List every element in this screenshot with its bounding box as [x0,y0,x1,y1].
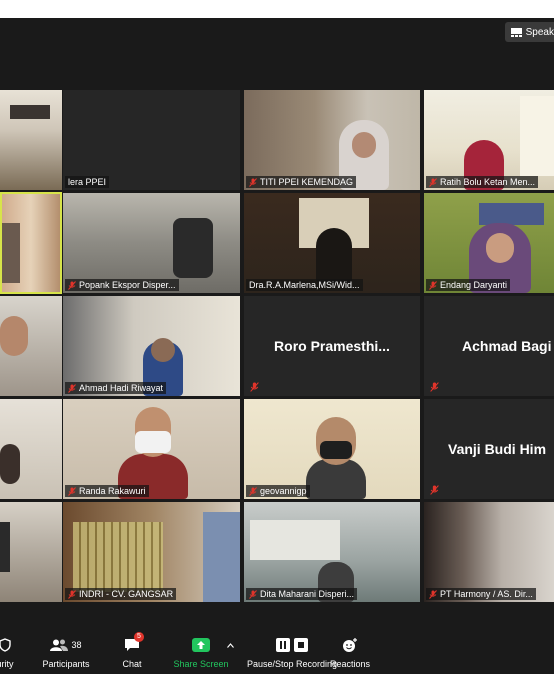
video-tile[interactable]: Randa Rakawuri [63,399,240,499]
video-tile[interactable]: Endang Daryanti [424,193,554,293]
muted-mic-icon [68,589,76,599]
video-tile[interactable]: geovannigp [244,399,420,499]
muted-mic-icon [68,280,76,290]
muted-mic-icon [68,486,76,496]
video-tile[interactable]: Ratih Bolu Ketan Men... [424,90,554,190]
participant-name-label: Dra.R.A.Marlena,MSi/Wid... [246,279,363,291]
chevron-up-icon [226,642,234,648]
muted-mic-icon [430,382,439,392]
speaker-view-button[interactable]: Speak [504,22,554,42]
participant-name-label: Endang Daryanti [426,279,511,291]
muted-mic-icon [429,589,437,599]
video-tile[interactable]: Roro Pramesthi... [244,296,420,396]
reactions-icon [343,638,357,652]
participant-display-name: Roro Pramesthi... [274,338,390,354]
participant-name-label: PT Harmony / AS. Dir... [426,588,536,600]
video-tile[interactable] [0,296,62,396]
chat-button[interactable]: 5 Chat [116,624,148,674]
participant-name-label: INDRI - CV. GANGSAR [65,588,177,600]
share-screen-button[interactable]: Share Screen [170,624,232,674]
muted-mic-icon [429,280,437,290]
muted-mic-icon [250,382,259,392]
participant-name-label: Randa Rakawuri [65,485,149,497]
video-tile[interactable] [0,399,62,499]
participants-label: Participants [42,659,90,669]
participants-count: 38 [71,640,82,650]
active-speaker-highlight [0,192,62,294]
muted-mic-icon [68,383,76,393]
video-tile[interactable]: Dita Maharani Disperi... [244,502,420,602]
share-screen-icon [192,638,210,652]
participants-button[interactable]: 38 Participants [38,624,94,674]
security-button[interactable]: urity [0,624,18,674]
participant-name-label: lera PPEI [65,176,110,188]
meeting-toolbar: urity 38 Participants 5 Chat Share Scree… [0,624,554,674]
pause-icon [276,638,290,652]
video-tile[interactable]: INDRI - CV. GANGSAR [63,502,240,602]
video-tile[interactable] [0,90,62,190]
muted-mic-icon [249,486,257,496]
reactions-label: Reactions [329,659,371,669]
participant-name-label: Popank Ekspor Disper... [65,279,179,291]
shield-icon [0,638,11,652]
muted-mic-icon [249,589,257,599]
video-tile[interactable]: PT Harmony / AS. Dir... [424,502,554,602]
video-tile[interactable]: Ahmad Hadi Riwayat [63,296,240,396]
muted-mic-icon [429,177,437,187]
participant-display-name: Achmad Bagi [462,338,552,354]
window-top-edge [0,0,554,18]
participant-name-label: Ratih Bolu Ketan Men... [426,176,539,188]
participant-name-label: geovannigp [246,485,310,497]
video-tile[interactable] [0,502,62,602]
speaker-view-icon [510,27,522,37]
share-options-caret[interactable] [224,624,236,674]
participant-name-label: Ahmad Hadi Riwayat [65,382,167,394]
video-tile[interactable]: Achmad Bagi [424,296,554,396]
video-tile[interactable]: Dra.R.A.Marlena,MSi/Wid... [244,193,420,293]
security-label: urity [0,659,14,669]
video-tile[interactable]: Popank Ekspor Disper... [63,193,240,293]
chat-label: Chat [122,659,142,669]
video-tile[interactable]: Vanji Budi Him [424,399,554,499]
participant-name-label: Dita Maharani Disperi... [246,588,358,600]
muted-mic-icon [249,177,257,187]
participant-display-name: Vanji Budi Him [448,441,547,457]
video-tile[interactable]: TITI PPEI KEMENDAG [244,90,420,190]
share-screen-label: Share Screen [173,659,229,669]
participants-icon [50,639,69,651]
participant-name-label: TITI PPEI KEMENDAG [246,176,357,188]
chat-unread-badge: 5 [134,632,144,642]
muted-mic-icon [430,485,439,495]
video-tile[interactable]: lera PPEI [63,90,240,190]
speaker-view-label: Speak [525,26,554,38]
stop-icon [294,638,308,652]
reactions-button[interactable]: Reactions [322,624,378,674]
